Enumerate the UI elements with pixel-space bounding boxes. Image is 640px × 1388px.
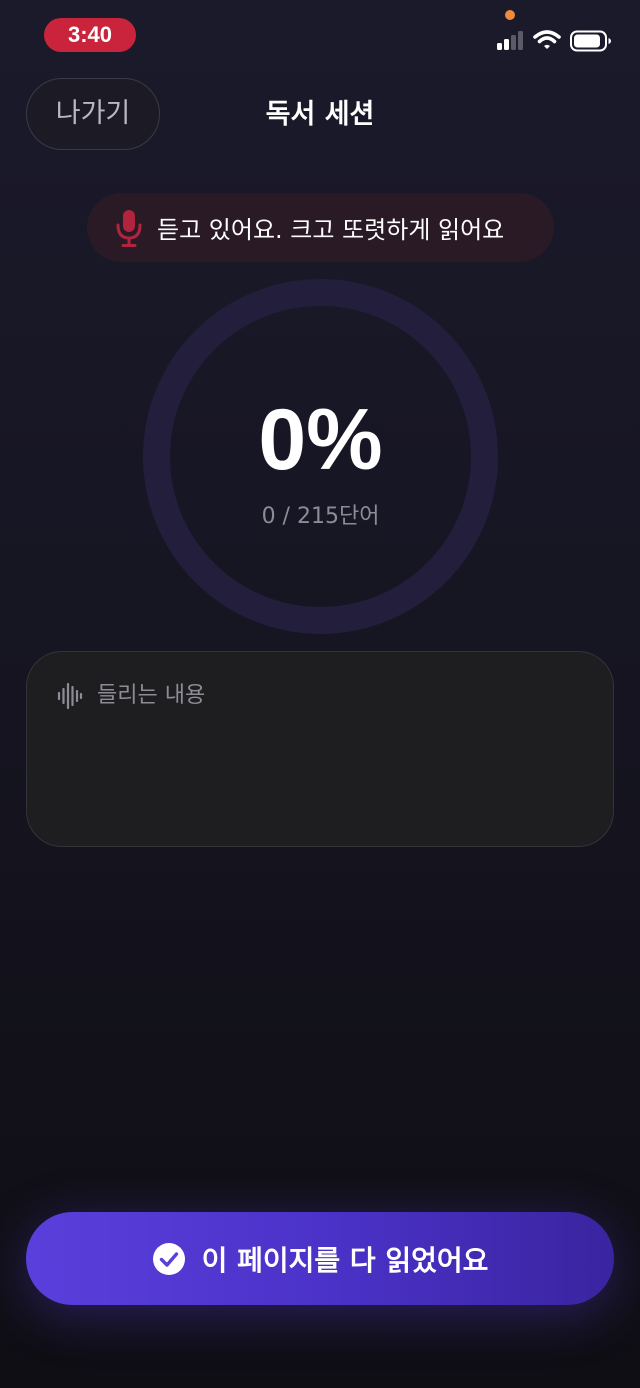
battery-icon bbox=[570, 30, 611, 52]
transcript-card: 들리는 내용 bbox=[26, 651, 614, 847]
progress-percent: 0% bbox=[258, 392, 383, 488]
wifi-icon bbox=[533, 30, 561, 49]
microphone-icon bbox=[116, 209, 142, 247]
listening-status-text: 듣고 있어요. 크고 또렷하게 읽어요 bbox=[157, 216, 505, 244]
page-title: 독서 세션 bbox=[265, 99, 375, 130]
exit-button[interactable]: 나가기 bbox=[26, 78, 160, 150]
privacy-indicator-dot bbox=[505, 10, 515, 20]
waveform-icon bbox=[57, 682, 83, 710]
page-done-label: 이 페이지를 다 읽었어요 bbox=[201, 1243, 489, 1277]
cellular-signal-icon bbox=[497, 31, 523, 50]
page-done-button[interactable]: 이 페이지를 다 읽었어요 bbox=[26, 1212, 614, 1305]
word-count: 0 / 215단어 bbox=[261, 504, 380, 529]
transcript-label: 들리는 내용 bbox=[97, 683, 206, 708]
check-circle-icon bbox=[152, 1242, 185, 1275]
status-time: 3:40 bbox=[44, 18, 136, 52]
listening-status-banner: 듣고 있어요. 크고 또렷하게 읽어요 bbox=[87, 193, 554, 262]
status-bar: 3:40 bbox=[0, 0, 640, 70]
